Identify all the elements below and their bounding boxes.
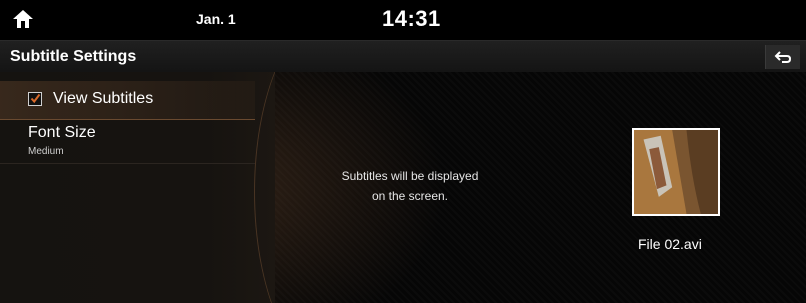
checkmark-icon [30,93,41,104]
back-button[interactable] [765,45,800,69]
settings-menu: View Subtitles Font Size Medium [0,72,275,303]
status-date: Jan. 1 [196,11,236,27]
infotainment-screen: Jan. 1 14:31 Subtitle Settings View Subt… [0,0,806,303]
view-subtitles-item[interactable]: View Subtitles [0,81,255,120]
video-thumbnail [632,128,720,216]
view-subtitles-checkbox[interactable] [28,92,42,106]
view-subtitles-label: View Subtitles [53,90,154,107]
status-bar: Jan. 1 14:31 [0,0,806,40]
info-line-2: on the screen. [371,189,449,203]
font-size-item[interactable]: Font Size Medium [0,121,255,164]
file-name: File 02.avi [638,236,702,252]
info-line-1: Subtitles will be displayed [341,169,479,183]
content-area: View Subtitles Font Size Medium Subtitle… [0,72,806,303]
subtitle-info-text: Subtitles will be displayed on the scree… [310,166,510,206]
title-bar: Subtitle Settings [0,40,806,73]
font-size-label: Font Size [28,124,96,141]
home-icon[interactable] [12,8,34,30]
back-arrow-icon [774,51,792,63]
page-title: Subtitle Settings [10,48,137,65]
font-size-value: Medium [28,146,64,157]
status-clock: 14:31 [382,6,441,31]
